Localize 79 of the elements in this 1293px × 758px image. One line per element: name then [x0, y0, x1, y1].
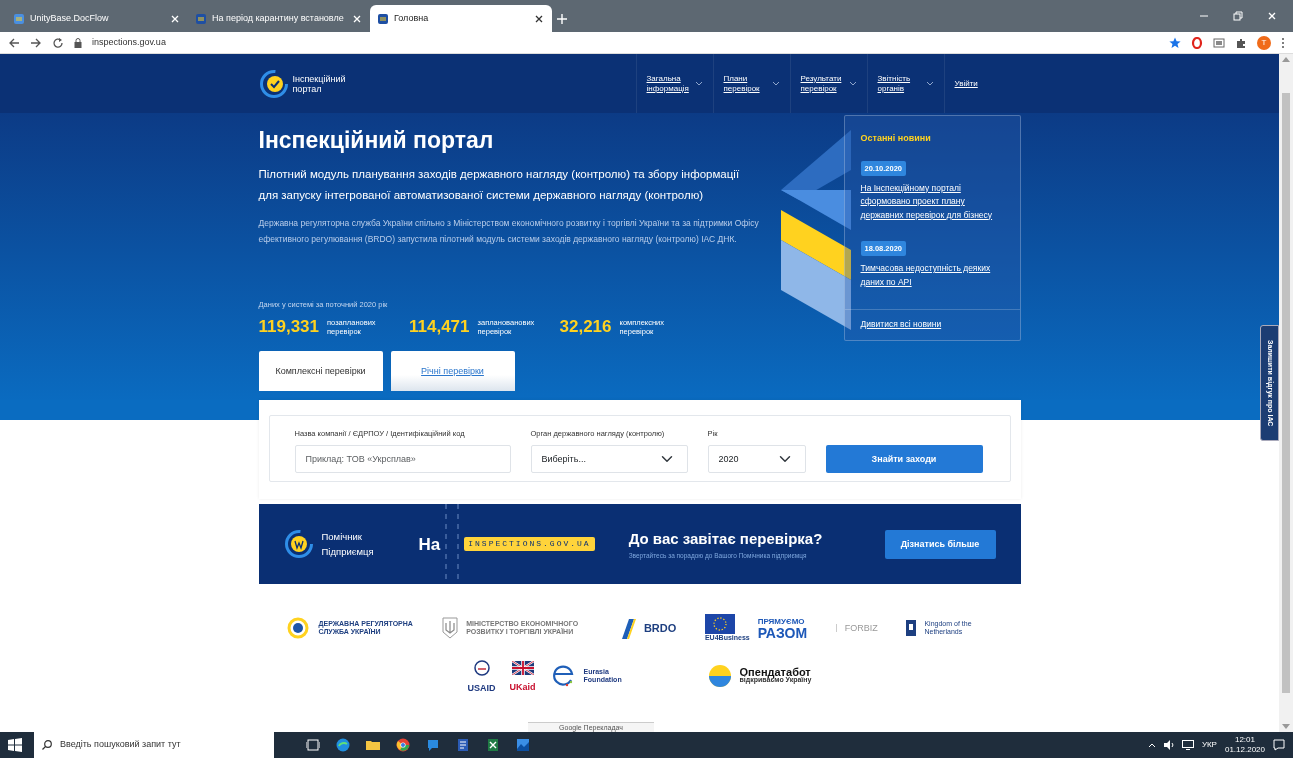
seal-icon	[473, 660, 490, 677]
ring-icon[interactable]	[1191, 36, 1203, 49]
tab[interactable]: Комплексні перевірки	[258, 351, 383, 392]
more-icon[interactable]	[1281, 36, 1285, 49]
forward-icon[interactable]	[30, 36, 42, 49]
picture-icon[interactable]	[516, 738, 530, 752]
logo-text: UKaid	[509, 683, 536, 692]
cast-icon[interactable]	[1213, 36, 1225, 49]
description: Державна регуляторна служба України спільно з Міністерством економічного розвитку і торгівлі України та за підтримки Офісу ефективного регулювання (BRDO) запустила пілотний модуль системи заходів державного нагляду (контролю) ІАС ДНК.	[258, 216, 760, 246]
chevron-down-icon[interactable]	[848, 81, 857, 86]
helper-logo-text: Помічник Підприємця	[321, 530, 375, 560]
logo-text: FORBIZ	[835, 624, 878, 633]
wave-logo-icon[interactable]	[336, 738, 350, 752]
chat-bubble-icon[interactable]	[426, 738, 440, 752]
slash-logo-icon	[619, 617, 636, 640]
news-link[interactable]: Тимчасова недоступність деяких даних по API	[860, 262, 1004, 289]
star-icon[interactable]	[1169, 36, 1181, 49]
logo-text: Опендатабот	[739, 668, 811, 677]
logo-text: РАЗОМ	[757, 625, 808, 640]
chevron-up-icon[interactable]	[1147, 742, 1156, 748]
stat-value: 119,331	[258, 315, 319, 338]
close-icon[interactable]	[534, 13, 544, 24]
news-heading: Останні новини	[860, 132, 932, 145]
clock[interactable]: 12:01 01.12.2020	[1224, 735, 1265, 755]
crest-icon	[906, 620, 917, 637]
logo-text[interactable]: Інспекційний портал	[292, 73, 363, 94]
chevron-down-icon[interactable]	[771, 81, 780, 86]
restore-icon[interactable]	[1233, 11, 1243, 21]
document-icon[interactable]	[456, 738, 470, 752]
search-icon	[42, 740, 52, 750]
chevron-down-icon[interactable]	[694, 81, 703, 86]
browser-tab[interactable]: На період карантину встановле	[188, 5, 370, 32]
puzzle-icon[interactable]	[1235, 36, 1247, 49]
back-icon[interactable]	[8, 36, 20, 49]
page-title: Інспекційний портал	[258, 126, 495, 155]
spreadsheet-icon[interactable]	[486, 738, 500, 752]
folder-icon[interactable]	[366, 738, 380, 752]
monitor-icon[interactable]	[1181, 740, 1194, 750]
logo-text: ПРЯМУЄМО	[757, 616, 806, 626]
stat-value: 32,216	[559, 315, 612, 338]
search-field[interactable]: Приклад: ТОВ «Укрсплав»	[294, 445, 511, 474]
windows-logo-icon[interactable]	[8, 738, 22, 752]
learn-more-button[interactable]: Дізнатись більше	[884, 529, 996, 559]
task-view-icon[interactable]	[306, 738, 320, 752]
half-circle-logo-icon	[707, 664, 732, 689]
site-icon	[14, 13, 24, 24]
language-indicator[interactable]: УКР	[1201, 739, 1217, 751]
scrollbar[interactable]	[1279, 54, 1293, 732]
browser-tab[interactable]: UnityBase.DocFlow	[6, 5, 188, 32]
lock-icon	[74, 37, 82, 48]
reload-icon[interactable]	[52, 36, 64, 49]
helper-logo-icon	[283, 529, 314, 560]
site-icon	[196, 13, 206, 24]
browser-tab[interactable]: Головна	[370, 5, 552, 32]
trident-icon	[442, 617, 459, 640]
news-link[interactable]: На Інспекційному порталі сформовано проект плану державних перевірок для бізнесу	[860, 181, 1004, 222]
url-field[interactable]: inspections.gov.ua	[92, 35, 1159, 50]
notification-icon[interactable]	[1273, 739, 1285, 751]
logo-text: USAID	[467, 684, 496, 693]
flag-icon	[704, 614, 735, 635]
tab[interactable]: Річні перевірки	[390, 351, 515, 392]
search-button[interactable]: Знайти заходи	[825, 445, 983, 474]
site-address: INSPECTIONS.GOV.UA	[464, 537, 595, 552]
taskbar-search-field[interactable]: Введіть пошуковий запит тут	[34, 732, 274, 758]
check-logo-icon[interactable]	[258, 68, 289, 99]
union-flag-icon	[511, 661, 534, 676]
logo-text: BRDO	[643, 624, 677, 633]
all-news-link[interactable]: Дивитися всі новини	[860, 318, 1004, 332]
scroll-thumb[interactable]	[1282, 93, 1290, 693]
circle-logo-icon[interactable]	[396, 738, 410, 752]
site-icon	[378, 13, 388, 24]
banner-prefix: На	[418, 533, 441, 556]
dropdown-field[interactable]: 2020	[707, 445, 806, 474]
dropdown-field[interactable]: Виберіть...	[530, 445, 688, 474]
chevron-down-icon[interactable]	[925, 81, 934, 86]
banner-title: До вас завітає перевірка?	[628, 529, 823, 550]
speaker-icon[interactable]	[1163, 740, 1174, 750]
subtitle: Пілотний модуль планування заходів державного нагляду (контролю) та збору інформації для запуску інтегрованої автоматизованої системи державного нагляду (контролю)	[258, 166, 741, 203]
stat-value: 114,471	[409, 315, 470, 338]
